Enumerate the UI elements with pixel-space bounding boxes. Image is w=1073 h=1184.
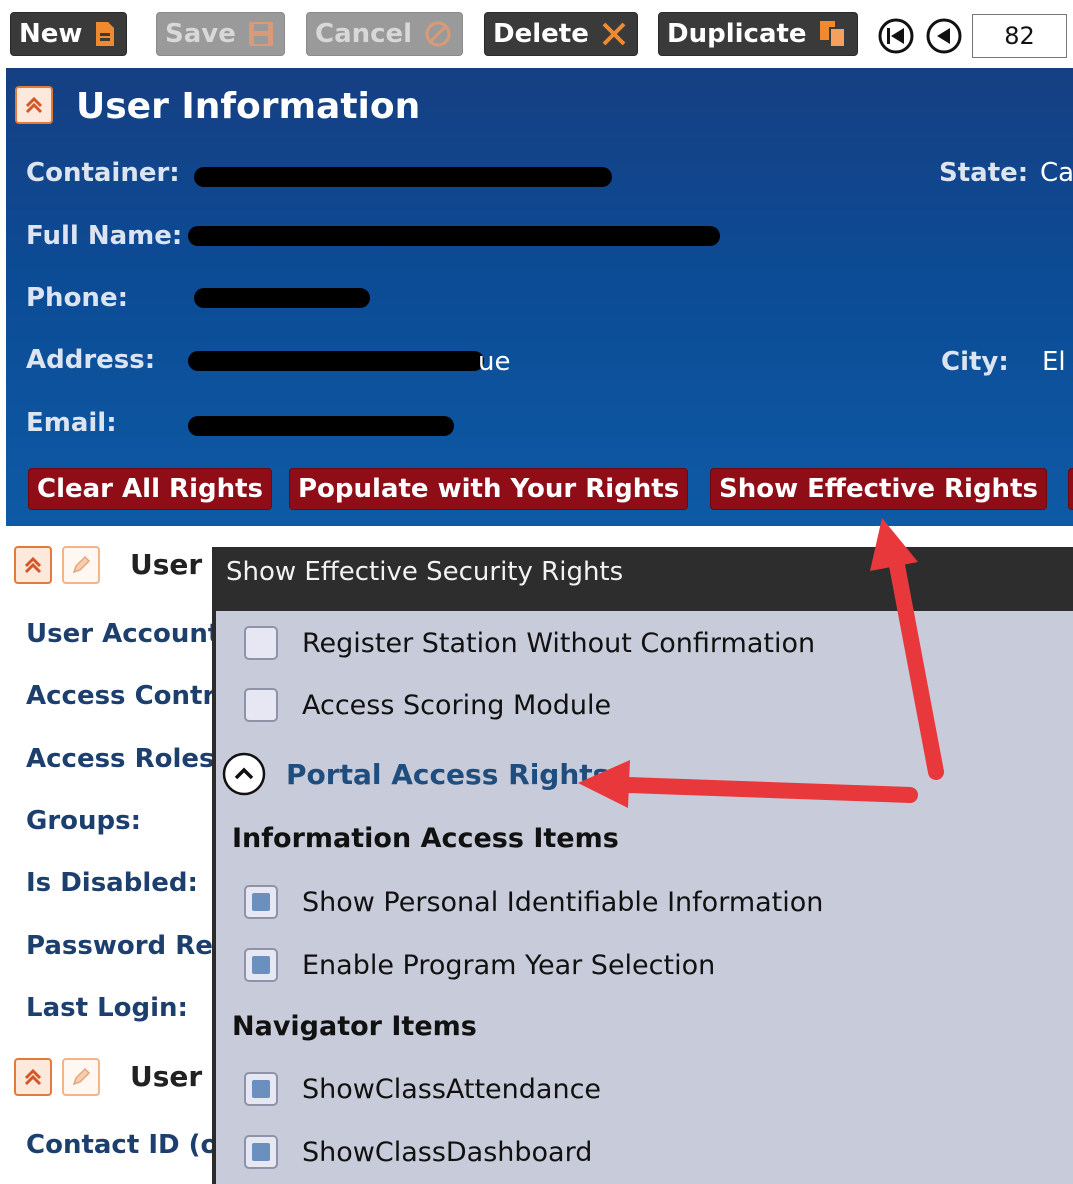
full-name-label: Full Name: (26, 221, 183, 251)
phone-label: Phone: (26, 283, 128, 313)
contact-id-label: Contact ID (o (26, 1130, 219, 1160)
dialog-title: Show Effective Security Rights (226, 557, 624, 587)
right-checkbox[interactable] (244, 626, 278, 660)
right-item-label: ShowClassAttendance (302, 1073, 602, 1105)
container-label: Container: (26, 158, 180, 188)
dialog-header: Show Effective Security Rights (216, 547, 1073, 611)
save-button[interactable]: Save (156, 12, 285, 56)
first-record-icon[interactable] (878, 18, 914, 54)
new-document-icon (94, 21, 116, 47)
last-login-label: Last Login: (26, 993, 188, 1023)
email-label: Email: (26, 408, 117, 438)
clear-all-rights-button[interactable]: Clear All Rights (28, 468, 273, 510)
user-section-title: User (130, 548, 203, 581)
save-disk-icon (248, 21, 274, 47)
previous-record-icon[interactable] (926, 18, 962, 54)
close-x-icon (601, 21, 627, 47)
new-button[interactable]: New (10, 12, 128, 56)
group-title: Portal Access Rights (286, 757, 610, 791)
collapse-panel-button[interactable] (15, 86, 53, 124)
right-checkbox[interactable] (244, 948, 278, 982)
city-label: City: (941, 347, 1009, 377)
right-item-row: Access Scoring Module (244, 685, 611, 725)
cancel-circle-icon (424, 20, 452, 48)
delete-button-label: Delete (493, 19, 589, 49)
phone-value-redacted (194, 288, 370, 308)
cancel-button[interactable]: Cancel (306, 12, 464, 56)
right-checkbox[interactable] (244, 1072, 278, 1106)
duplicate-button[interactable]: Duplicate (658, 12, 858, 56)
access-roles-label: Access Roles: (26, 744, 225, 774)
container-value-redacted (194, 167, 612, 187)
access-control-label: Access Contro (26, 681, 234, 711)
right-item-label: ShowClassDashboard (302, 1136, 593, 1168)
state-value: Ca (1040, 158, 1073, 188)
right-item-label: Show Personal Identifiable Information (302, 886, 824, 918)
right-item-label: Access Scoring Module (302, 689, 612, 721)
full-name-value-redacted (188, 226, 720, 246)
right-item-row: Register Station Without Confirmation (244, 623, 815, 663)
duplicate-copy-icon (819, 20, 847, 48)
right-item-label: Register Station Without Confirmation (302, 627, 816, 659)
user-account-label: User Account (26, 619, 221, 649)
state-label: State: (939, 158, 1029, 188)
navigator-items-heading: Navigator Items (232, 1011, 477, 1042)
panel-title: User Information (76, 86, 421, 127)
delete-button[interactable]: Delete (484, 12, 638, 56)
next-action-button[interactable] (1068, 468, 1073, 510)
effective-rights-dialog: Show Effective Security Rights Register … (212, 547, 1073, 1184)
toolbar: New Save Cancel Delete Duplicate 82 (0, 0, 1073, 68)
new-button-label: New (19, 19, 83, 49)
right-item-row: Enable Program Year Selection (244, 945, 715, 985)
duplicate-button-label: Duplicate (667, 19, 807, 49)
user-section-2-title: User (130, 1060, 203, 1093)
portal-access-group-header[interactable]: Portal Access Rights (222, 752, 609, 796)
save-button-label: Save (165, 19, 236, 49)
address-label: Address: (26, 345, 156, 375)
right-item-label: Enable Program Year Selection (302, 949, 716, 981)
groups-label: Groups: (26, 806, 142, 836)
pencil-icon (72, 555, 91, 574)
is-disabled-label: Is Disabled: (26, 868, 198, 898)
right-item-row: ShowClassAttendance (244, 1069, 601, 1109)
edit-user-section-button[interactable] (62, 546, 100, 584)
info-access-heading: Information Access Items (232, 823, 619, 854)
email-value-redacted (188, 416, 454, 436)
collapse-user-section-2-button[interactable] (14, 1058, 52, 1096)
cancel-button-label: Cancel (315, 19, 413, 49)
password-required-label: Password Rec (26, 931, 229, 961)
chevron-up-circle-icon[interactable] (222, 752, 266, 796)
chevron-up-icon (24, 1068, 42, 1086)
right-checkbox[interactable] (244, 1135, 278, 1169)
right-item-row: Show Personal Identifiable Information (244, 882, 823, 922)
show-effective-rights-button[interactable]: Show Effective Rights (710, 468, 1047, 510)
user-information-panel: User Information Container: State: Ca Fu… (6, 68, 1073, 526)
right-item-row: ShowClassDashboard (244, 1132, 592, 1172)
right-checkbox[interactable] (244, 688, 278, 722)
chevron-up-icon (25, 96, 43, 114)
pencil-icon (72, 1067, 91, 1086)
city-value: El (1042, 347, 1066, 377)
record-number-input[interactable]: 82 (972, 14, 1067, 58)
edit-user-section-2-button[interactable] (62, 1058, 100, 1096)
chevron-up-icon (24, 556, 42, 574)
right-checkbox[interactable] (244, 885, 278, 919)
populate-with-your-rights-button[interactable]: Populate with Your Rights (289, 468, 689, 510)
address-value-redacted (188, 351, 484, 371)
collapse-user-section-button[interactable] (14, 546, 52, 584)
address-value-tail: ue (478, 347, 511, 377)
